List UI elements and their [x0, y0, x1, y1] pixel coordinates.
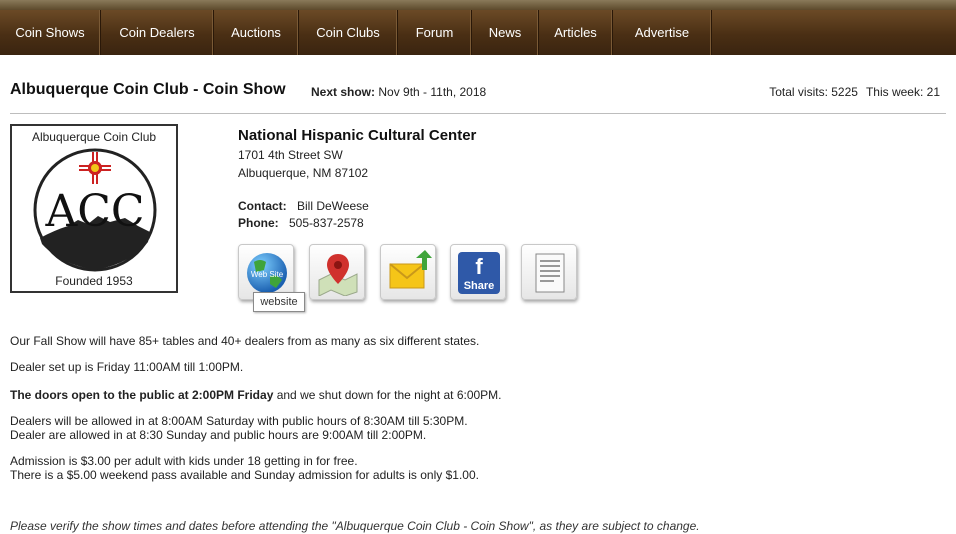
club-logo: Albuquerque Coin Club ACC Founded 1953	[10, 124, 178, 293]
logo-emblem: ACC	[33, 148, 157, 272]
weekly-visits: This week: 21	[865, 85, 940, 99]
nav-coin-clubs[interactable]: Coin Clubs	[299, 10, 398, 55]
nav-forum[interactable]: Forum	[398, 10, 472, 55]
svg-text:f: f	[475, 254, 483, 279]
divider	[10, 113, 946, 114]
visit-stats: Total visits: 5225 This week: 21	[769, 85, 940, 99]
logo-initials: ACC	[44, 186, 144, 237]
map-button[interactable]	[309, 244, 365, 300]
nav-auctions[interactable]: Auctions	[214, 10, 299, 55]
nav-coin-dealers[interactable]: Coin Dealers	[101, 10, 214, 55]
email-icon	[389, 250, 432, 289]
description-paragraph-5-line-2: There is a $5.00 weekend pass available …	[10, 468, 479, 482]
venue-address-line2: Albuquerque, NM 87102	[238, 166, 369, 180]
description-paragraph-3-rest: and we shut down for the night at 6:00PM…	[273, 388, 502, 402]
description-paragraph-4-line-1: Dealers will be allowed in at 8:00AM Sat…	[10, 414, 468, 428]
top-stripe	[0, 0, 956, 10]
phone-label: Phone:	[238, 216, 279, 230]
facebook-share-button[interactable]: f Share	[450, 244, 506, 300]
email-button[interactable]	[380, 244, 436, 300]
globe-icon: Web Site	[247, 253, 287, 293]
share-icon-text: Share	[464, 280, 495, 292]
description-paragraph-2: Dealer set up is Friday 11:00AM till 1:0…	[10, 360, 244, 374]
next-show-dates: Nov 9th - 11th, 2018	[378, 85, 487, 99]
venue-name: National Hispanic Cultural Center	[238, 127, 477, 144]
description-paragraph-5: Admission is $3.00 per adult with kids u…	[10, 454, 479, 482]
description-paragraph-1: Our Fall Show will have 85+ tables and 4…	[10, 334, 480, 348]
description-paragraph-3-bold: The doors open to the public at 2:00PM F…	[10, 388, 274, 402]
page-title: Albuquerque Coin Club - Coin Show	[10, 81, 286, 98]
website-tooltip: website	[253, 292, 305, 312]
logo-founded: Founded 1953	[55, 274, 133, 288]
nav-advertise[interactable]: Advertise	[613, 10, 712, 55]
description-paragraph-4-line-2: Dealer are allowed in at 8:30 Sunday and…	[10, 428, 427, 442]
contact-value: Bill DeWeese	[297, 199, 369, 213]
details-button[interactable]	[521, 244, 577, 300]
facebook-icon: f Share	[458, 252, 500, 294]
description-paragraph-3: The doors open to the public at 2:00PM F…	[10, 388, 502, 402]
map-pin-icon	[318, 254, 358, 296]
description-paragraph-5-line-1: Admission is $3.00 per adult with kids u…	[10, 454, 358, 468]
venue-address-line1: 1701 4th Street SW	[238, 148, 343, 162]
nav-coin-shows[interactable]: Coin Shows	[0, 10, 101, 55]
main-nav: Coin Shows Coin Dealers Auctions Coin Cl…	[0, 10, 956, 55]
contact-label: Contact:	[238, 199, 287, 213]
disclaimer-note: Please verify the show times and dates b…	[10, 519, 700, 533]
nav-articles[interactable]: Articles	[539, 10, 613, 55]
description-paragraph-4: Dealers will be allowed in at 8:00AM Sat…	[10, 414, 468, 442]
phone-value: 505-837-2578	[289, 216, 364, 230]
nav-news[interactable]: News	[472, 10, 539, 55]
phone-row: Phone: 505-837-2578	[238, 216, 364, 230]
logo-club-name: Albuquerque Coin Club	[31, 130, 157, 144]
contact-row: Contact: Bill DeWeese	[238, 199, 369, 213]
total-visits: Total visits: 5225	[769, 85, 858, 99]
document-icon	[535, 253, 565, 293]
next-show-label: Next show:	[311, 85, 376, 99]
website-icon-text: Web Site	[251, 270, 284, 279]
next-show: Next show: Nov 9th - 11th, 2018	[311, 85, 486, 99]
